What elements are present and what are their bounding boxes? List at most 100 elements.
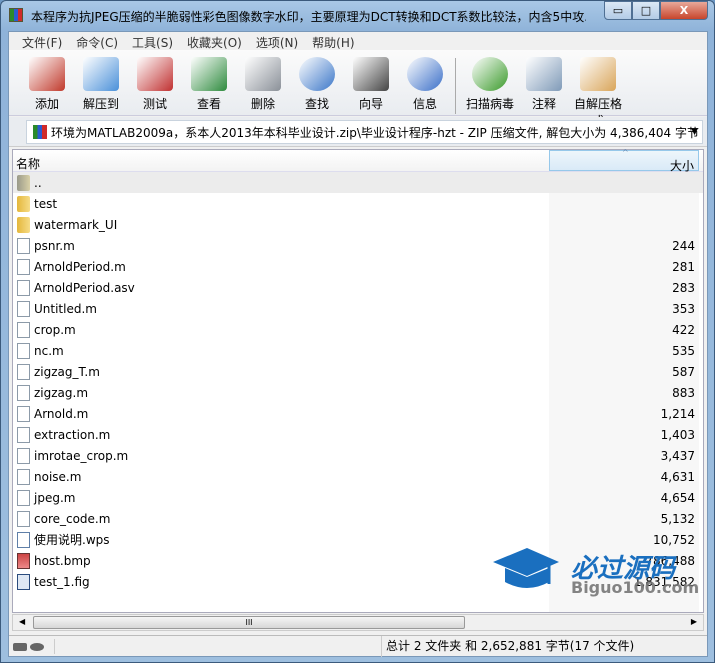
toolbar-label: 解压到 xyxy=(82,97,119,111)
file-row[interactable]: ArnoldPeriod.m 281 xyxy=(13,256,703,277)
file-row[interactable]: 使用说明.wps 10,752 xyxy=(13,529,703,550)
info-icon xyxy=(407,57,443,91)
file-size: 10,752 xyxy=(653,532,695,547)
file-row[interactable]: test xyxy=(13,193,703,214)
toolbar-label: 删除 xyxy=(250,97,275,111)
file-row[interactable]: nc.m 535 xyxy=(13,340,703,361)
file-name: watermark_UI xyxy=(34,217,118,232)
menu-item-3[interactable]: 收藏夹(O) xyxy=(180,32,249,50)
file-icon xyxy=(17,405,30,422)
file-size: 283 xyxy=(672,280,695,295)
minimize-button[interactable]: ▭ xyxy=(604,1,632,20)
sort-ascending-icon: ^ xyxy=(622,148,629,157)
file-name: test_1.fig xyxy=(34,574,90,589)
file-size: 587 xyxy=(672,364,695,379)
file-icon xyxy=(17,342,30,359)
file-row[interactable]: noise.m 4,631 xyxy=(13,466,703,487)
status-text: 总计 2 文件夹 和 2,652,881 字节(17 个文件) xyxy=(381,636,634,657)
file-size: 786,488 xyxy=(645,553,695,568)
file-row[interactable]: host.bmp 786,488 xyxy=(13,550,703,571)
menu-item-4[interactable]: 选项(N) xyxy=(249,32,305,50)
file-name: psnr.m xyxy=(34,238,75,253)
file-name: host.bmp xyxy=(34,553,91,568)
test-clipboard-icon xyxy=(137,57,173,91)
toolbar: 添加解压到测试查看删除查找向导信息扫描病毒注释自解压格式 xyxy=(9,50,707,128)
file-size: 4,654 xyxy=(660,490,695,505)
file-size: 883 xyxy=(672,385,695,400)
file-name: jpeg.m xyxy=(34,490,76,505)
up-icon xyxy=(17,174,30,191)
maximize-button[interactable]: □ xyxy=(632,1,660,20)
file-row[interactable]: extraction.m 1,403 xyxy=(13,424,703,445)
fig-icon xyxy=(17,573,30,590)
menu-item-1[interactable]: 命令(C) xyxy=(69,32,125,50)
dropdown-arrow-icon[interactable]: ▼ xyxy=(691,127,698,137)
file-name: Untitled.m xyxy=(34,301,97,316)
status-bar: 总计 2 文件夹 和 2,652,881 字节(17 个文件) xyxy=(9,635,707,657)
file-icon xyxy=(17,447,30,464)
toolbar-button-9[interactable]: 注释 xyxy=(516,54,572,112)
close-button[interactable]: X xyxy=(660,1,708,20)
file-icon xyxy=(17,384,30,401)
file-row[interactable]: .. xyxy=(13,172,703,193)
menu-item-0[interactable]: 文件(F) xyxy=(15,32,69,50)
toolbar-button-6[interactable]: 向导 xyxy=(343,54,399,112)
menu-item-2[interactable]: 工具(S) xyxy=(125,32,180,50)
file-row[interactable]: Untitled.m 353 xyxy=(13,298,703,319)
toolbar-button-4[interactable]: 删除 xyxy=(235,54,291,112)
toolbar-label: 向导 xyxy=(358,97,383,111)
scrollbar-thumb[interactable]: III xyxy=(33,616,465,629)
toolbar-label: 信息 xyxy=(412,97,437,111)
menu-item-5[interactable]: 帮助(H) xyxy=(305,32,361,50)
toolbar-button-7[interactable]: 信息 xyxy=(397,54,453,112)
column-header-size[interactable]: ^ 大小 xyxy=(549,148,699,173)
file-size: 3,437 xyxy=(660,448,695,463)
file-row[interactable]: imrotae_crop.m 3,437 xyxy=(13,445,703,466)
toolbar-button-0[interactable]: 添加 xyxy=(19,54,75,112)
file-row[interactable]: jpeg.m 4,654 xyxy=(13,487,703,508)
toolbar-button-8[interactable]: 扫描病毒 xyxy=(462,54,518,112)
path-combobox[interactable]: 环境为MATLAB2009a，系本人2013年本科毕业设计.zip\毕业设计程序… xyxy=(26,120,703,144)
toolbar-button-5[interactable]: 查找 xyxy=(289,54,345,112)
file-size: 5,132 xyxy=(660,511,695,526)
file-row[interactable]: zigzag_T.m 587 xyxy=(13,361,703,382)
toolbar-separator xyxy=(455,58,456,114)
file-icon xyxy=(17,363,30,380)
file-row[interactable]: watermark_UI xyxy=(13,214,703,235)
client-area: 文件(F) 命令(C) 工具(S) 收藏夹(O) 选项(N) 帮助(H) 添加 解压到 测试 查… xyxy=(8,31,708,657)
file-icon xyxy=(17,489,30,506)
file-icon xyxy=(17,468,30,485)
drive-icon xyxy=(13,642,27,651)
column-header-name[interactable]: 名称 xyxy=(13,150,549,171)
file-size: 1,831,582 xyxy=(633,574,695,589)
file-name: zigzag_T.m xyxy=(34,364,100,379)
toolbar-button-2[interactable]: 测试 xyxy=(127,54,183,112)
file-size: 281 xyxy=(672,259,695,274)
file-row[interactable]: core_code.m 5,132 xyxy=(13,508,703,529)
folder-icon xyxy=(17,195,30,212)
file-row[interactable]: test_1.fig 1,831,582 xyxy=(13,571,703,592)
file-row[interactable]: zigzag.m 883 xyxy=(13,382,703,403)
toolbar-button-3[interactable]: 查看 xyxy=(181,54,237,112)
file-size: 1,214 xyxy=(660,406,695,421)
file-name: 使用说明.wps xyxy=(34,533,110,547)
file-row[interactable]: crop.m 422 xyxy=(13,319,703,340)
file-row[interactable]: psnr.m 244 xyxy=(13,235,703,256)
scroll-left-icon[interactable]: ◀ xyxy=(19,617,25,626)
file-icon xyxy=(17,321,30,338)
toolbar-button-1[interactable]: 解压到 xyxy=(73,54,129,112)
file-row[interactable]: ArnoldPeriod.asv 283 xyxy=(13,277,703,298)
file-name: zigzag.m xyxy=(34,385,89,400)
file-name: test xyxy=(34,196,58,211)
file-icon xyxy=(17,237,30,254)
horizontal-scrollbar[interactable]: ◀ III ▶ xyxy=(12,614,704,631)
scroll-right-icon[interactable]: ▶ xyxy=(691,617,697,626)
file-row[interactable]: Arnold.m 1,214 xyxy=(13,403,703,424)
address-bar: 环境为MATLAB2009a，系本人2013年本科毕业设计.zip\毕业设计程序… xyxy=(9,117,707,147)
menu-bar: 文件(F) 命令(C) 工具(S) 收藏夹(O) 选项(N) 帮助(H) xyxy=(9,32,707,50)
file-name: Arnold.m xyxy=(34,406,89,421)
window-title: 本程序为抗JPEG压缩的半脆弱性彩色图像数字水印，主要原理为DCT转换和DCT系… xyxy=(31,10,586,24)
file-name: ArnoldPeriod.m xyxy=(34,259,126,274)
file-name: .. xyxy=(34,175,42,190)
toolbar-label: 添加 xyxy=(34,97,59,111)
